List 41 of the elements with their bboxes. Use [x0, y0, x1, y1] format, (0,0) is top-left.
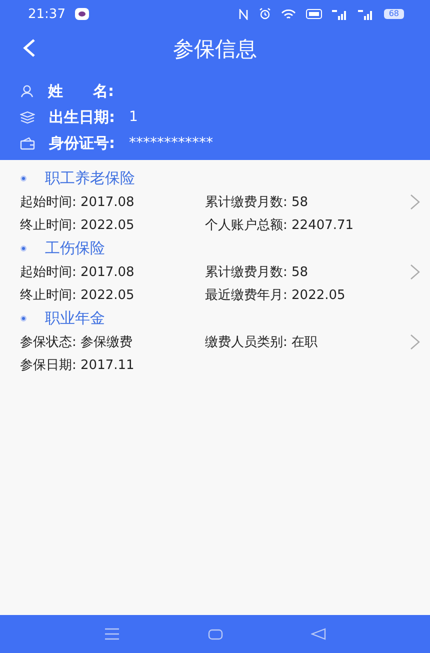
info-value: ************ — [129, 135, 213, 151]
field-text: 个人账户总额: 22407.71 — [205, 216, 354, 234]
chevron-right-icon[interactable] — [410, 334, 420, 350]
nfc-icon — [238, 8, 249, 20]
signal-icon — [358, 8, 374, 20]
chevron-right-icon[interactable] — [410, 264, 420, 280]
info-label: 姓 名: — [48, 82, 114, 100]
section-title: 工伤保险 — [45, 238, 105, 258]
app-icon — [75, 8, 90, 20]
info-value: 1 — [129, 109, 138, 125]
home-button[interactable] — [208, 628, 223, 640]
back-nav-button[interactable] — [311, 628, 326, 640]
info-label: 出生日期: — [49, 108, 115, 126]
field-text: 参保状态: 参保缴费 — [20, 334, 134, 350]
bullet-icon — [20, 314, 27, 322]
page-title: 参保信息 — [173, 36, 257, 63]
field-text: 累计缴费月数: 58 — [205, 264, 308, 280]
bullet-icon — [20, 244, 27, 252]
battery-indicator: 68 — [384, 9, 404, 19]
field-text: 缴费人员类别: 在职 — [205, 334, 318, 350]
field-text: 起始时间: 2017.08 — [20, 194, 136, 210]
chevron-right-icon[interactable] — [410, 194, 420, 210]
bullet-icon — [20, 174, 27, 182]
wallet-icon — [20, 136, 35, 150]
field-text: 参保日期: 2017.11 — [20, 356, 136, 374]
status-time: 21:37 — [28, 6, 66, 22]
field-text: 终止时间: 2022.05 — [20, 216, 136, 234]
info-label: 身份证号: — [49, 134, 115, 152]
hd-icon — [306, 9, 322, 19]
layers-icon — [20, 110, 35, 124]
field-text: 最近缴费年月: 2022.05 — [205, 286, 346, 304]
section-title: 职业年金 — [45, 308, 105, 328]
wifi-icon — [280, 8, 296, 20]
user-icon — [20, 84, 34, 98]
field-text: 累计缴费月数: 58 — [205, 194, 308, 210]
signal-icon — [332, 8, 348, 20]
section-title: 职工养老保险 — [45, 168, 135, 188]
menu-button[interactable] — [104, 628, 120, 640]
alarm-icon — [258, 8, 271, 20]
field-text: 终止时间: 2022.05 — [20, 286, 136, 304]
field-text: 起始时间: 2017.08 — [20, 264, 136, 280]
